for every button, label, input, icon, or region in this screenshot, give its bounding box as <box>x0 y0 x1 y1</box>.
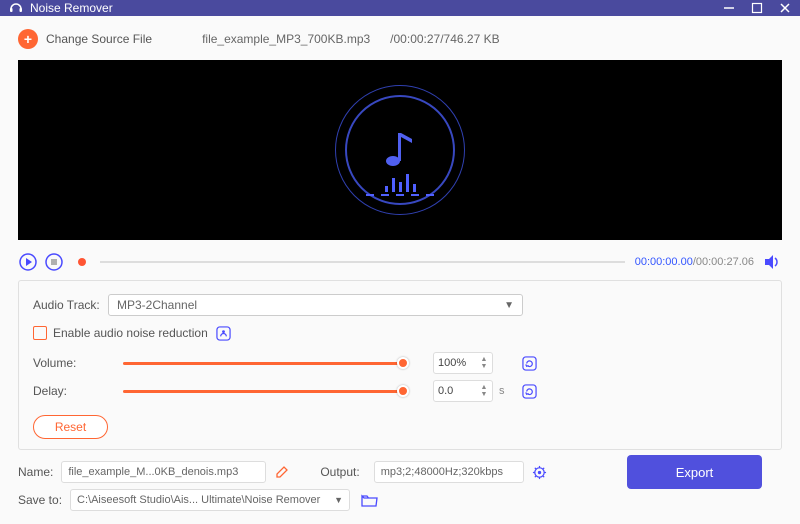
audiotrack-combobox[interactable]: MP3-2Channel ▼ <box>108 294 523 316</box>
noise-settings-icon[interactable] <box>216 325 232 341</box>
delay-spin-up[interactable]: ▲ <box>480 385 488 391</box>
output-area: Name: file_example_M...0KB_denois.mp3 Ou… <box>18 458 782 514</box>
name-label: Name: <box>18 465 53 479</box>
app-logo-icon <box>8 0 24 16</box>
volume-spin-up[interactable]: ▲ <box>480 357 488 363</box>
delay-thumb[interactable] <box>397 385 409 397</box>
delay-label: Delay: <box>33 384 108 398</box>
volume-reset-icon[interactable] <box>521 355 537 371</box>
source-bar: + Change Source File file_example_MP3_70… <box>18 26 782 52</box>
delay-unit: s <box>499 385 511 397</box>
source-duration: /00:00:27/746.27 KB <box>390 32 499 46</box>
playback-bar: 00:00:00.00/00:00:27.06 <box>18 246 782 278</box>
export-button[interactable]: Export <box>627 455 762 489</box>
play-button[interactable] <box>18 252 38 272</box>
saveto-combobox[interactable]: C:\Aiseesoft Studio\Ais... Ultimate\Nois… <box>70 489 350 511</box>
volume-icon-button[interactable] <box>762 252 782 272</box>
edit-name-icon[interactable] <box>274 464 290 480</box>
name-input[interactable]: file_example_M...0KB_denois.mp3 <box>61 461 266 483</box>
close-button[interactable] <box>778 1 792 15</box>
stop-button[interactable] <box>44 252 64 272</box>
volume-slider[interactable] <box>123 362 403 365</box>
minimize-button[interactable] <box>722 1 736 15</box>
audiotrack-label: Audio Track: <box>33 298 108 312</box>
current-time: 00:00:00.00 <box>635 256 693 268</box>
audio-preview-area <box>18 60 782 240</box>
scrub-bar[interactable] <box>100 261 625 263</box>
delay-input[interactable]: 0.0 ▲▼ <box>433 380 493 402</box>
titlebar: Noise Remover <box>0 0 800 16</box>
source-filename: file_example_MP3_700KB.mp3 <box>202 32 370 46</box>
delay-reset-icon[interactable] <box>521 383 537 399</box>
playhead-dot[interactable] <box>78 258 86 266</box>
add-source-button[interactable]: + <box>18 29 38 49</box>
delay-slider[interactable] <box>123 390 403 393</box>
output-settings-icon[interactable] <box>532 464 548 480</box>
saveto-label: Save to: <box>18 493 62 507</box>
delay-value: 0.0 <box>438 385 453 397</box>
volume-spin-down[interactable]: ▼ <box>480 364 488 370</box>
volume-thumb[interactable] <box>397 357 409 369</box>
volume-value: 100% <box>438 357 466 369</box>
open-folder-icon[interactable] <box>360 491 378 509</box>
window-title: Noise Remover <box>30 1 708 15</box>
maximize-button[interactable] <box>750 1 764 15</box>
output-format-box: mp3;2;48000Hz;320kbps <box>374 461 524 483</box>
chevron-down-icon: ▼ <box>334 495 343 505</box>
output-label: Output: <box>320 465 359 479</box>
volume-label: Volume: <box>33 356 108 370</box>
total-time: /00:00:27.06 <box>693 256 754 268</box>
change-source-link[interactable]: Change Source File <box>46 32 152 46</box>
noise-reduction-label: Enable audio noise reduction <box>53 326 208 340</box>
reset-button[interactable]: Reset <box>33 415 108 439</box>
delay-spin-down[interactable]: ▼ <box>480 392 488 398</box>
volume-input[interactable]: 100% ▲▼ <box>433 352 493 374</box>
music-note-icon <box>380 127 420 173</box>
chevron-down-icon: ▼ <box>504 300 514 311</box>
audio-disc-icon <box>335 85 465 215</box>
noise-reduction-checkbox[interactable] <box>33 326 47 340</box>
settings-panel: Audio Track: MP3-2Channel ▼ Enable audio… <box>18 280 782 450</box>
audiotrack-value: MP3-2Channel <box>117 298 197 312</box>
